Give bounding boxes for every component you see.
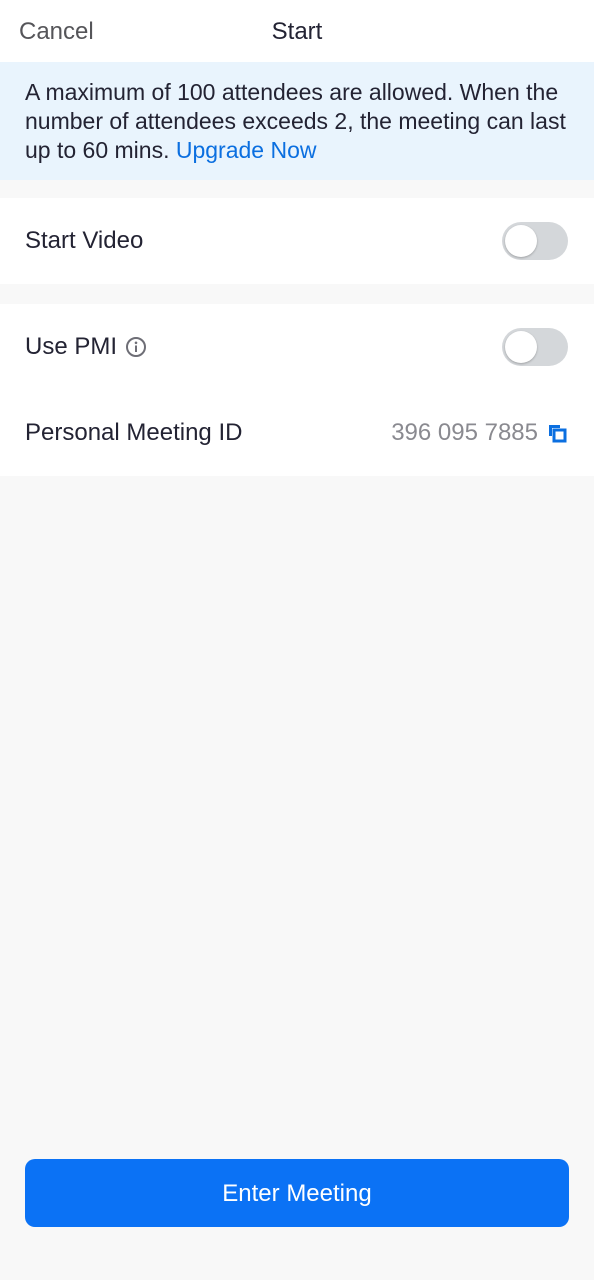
top-bar: Cancel Start — [0, 0, 594, 62]
use-pmi-label-group: Use PMI — [25, 304, 147, 390]
upgrade-now-link[interactable]: Upgrade Now — [176, 137, 317, 163]
info-icon[interactable] — [125, 336, 147, 358]
use-pmi-label: Use PMI — [25, 333, 118, 360]
attendee-limit-notice: A maximum of 100 attendees are allowed. … — [0, 62, 594, 180]
start-video-label: Start Video — [25, 227, 144, 254]
use-pmi-toggle[interactable] — [502, 328, 568, 366]
enter-meeting-button[interactable]: Enter Meeting — [25, 1159, 569, 1227]
toggle-knob — [505, 225, 537, 257]
start-video-row: Start Video — [0, 198, 594, 284]
copy-icon[interactable] — [546, 422, 568, 444]
personal-meeting-id-row: Personal Meeting ID 396 095 7885 — [0, 390, 594, 476]
toggle-knob — [505, 331, 537, 363]
video-settings-card: Start Video — [0, 198, 594, 284]
personal-meeting-id-label: Personal Meeting ID — [25, 419, 243, 446]
use-pmi-row: Use PMI — [0, 304, 594, 390]
meeting-id-settings-card: Use PMI Personal Meeting ID 396 095 7885 — [0, 304, 594, 476]
start-video-toggle[interactable] — [502, 222, 568, 260]
personal-meeting-id-value: 396 095 7885 — [391, 419, 538, 446]
page-title: Start — [271, 18, 323, 45]
